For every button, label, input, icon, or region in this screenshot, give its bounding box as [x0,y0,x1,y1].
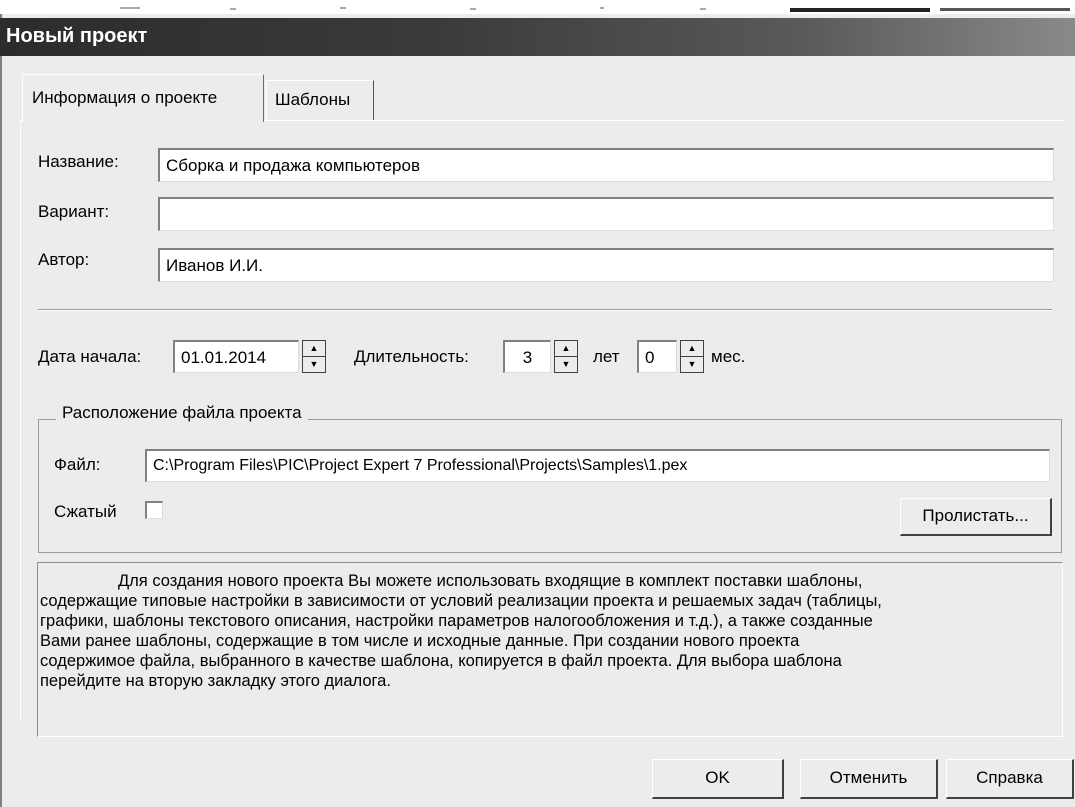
dialog-title: Новый проект [6,25,148,47]
years-spinner[interactable]: ▲ ▼ [554,340,578,373]
spin-down-icon[interactable]: ▼ [555,357,577,373]
start-date-spinner[interactable]: ▲ ▼ [302,340,326,373]
months-unit-label: мес. [711,347,746,366]
info-line: графики, шаблоны текстового описания, на… [40,612,873,630]
author-input[interactable]: Иванов И.И. [158,248,1054,282]
info-line: Вами ранее шаблоны, содержащие в том чис… [40,632,800,650]
info-line: перейдите на вторую закладку этого диало… [40,672,391,690]
tab-templates[interactable]: Шаблоны [266,80,374,120]
separator [38,309,1052,311]
cancel-button[interactable]: Отменить [800,759,938,799]
variant-input[interactable] [158,197,1054,231]
tab-templates-label: Шаблоны [275,90,351,109]
duration-months-input[interactable]: 0 [637,340,677,373]
file-location-group-title: Расположение файла проекта [56,403,308,423]
spin-up-icon[interactable]: ▲ [555,341,577,357]
author-label: Автор: [38,250,90,269]
ok-button[interactable]: OK [652,759,784,799]
help-button[interactable]: Справка [946,759,1074,799]
spin-down-icon[interactable]: ▼ [303,357,325,373]
info-line: содержащие типовые настройки в зависимос… [40,592,882,610]
info-text: Для создания нового проекта Вы можете ис… [37,562,1063,737]
variant-label: Вариант: [38,202,110,221]
info-line: содержимое файла, выбранного в качестве … [40,652,842,670]
file-label: Файл: [54,455,101,474]
name-input[interactable]: Сборка и продажа компьютеров [158,148,1054,182]
start-date-input[interactable]: 01.01.2014 [173,340,299,373]
spin-down-icon[interactable]: ▼ [681,357,703,373]
months-spinner[interactable]: ▲ ▼ [680,340,704,373]
tab-project-info-label: Информация о проекте [32,88,218,107]
years-unit-label: лет [593,347,620,366]
duration-years-input[interactable]: 3 [503,340,551,373]
name-label: Название: [38,152,119,171]
title-bar[interactable]: Новый проект [0,18,1075,56]
compressed-label: Сжатый [54,502,117,521]
file-path-input[interactable]: C:\Program Files\PIC\Project Expert 7 Pr… [145,449,1050,482]
duration-label: Длительность: [354,347,469,366]
start-date-label: Дата начала: [38,347,142,366]
spin-up-icon[interactable]: ▲ [303,341,325,357]
tab-project-info[interactable]: Информация о проекте [22,74,264,122]
compressed-checkbox[interactable] [145,501,163,519]
browse-button[interactable]: Пролистать... [900,498,1052,536]
info-line: Для создания нового проекта Вы можете ис… [118,572,863,590]
spin-up-icon[interactable]: ▲ [681,341,703,357]
